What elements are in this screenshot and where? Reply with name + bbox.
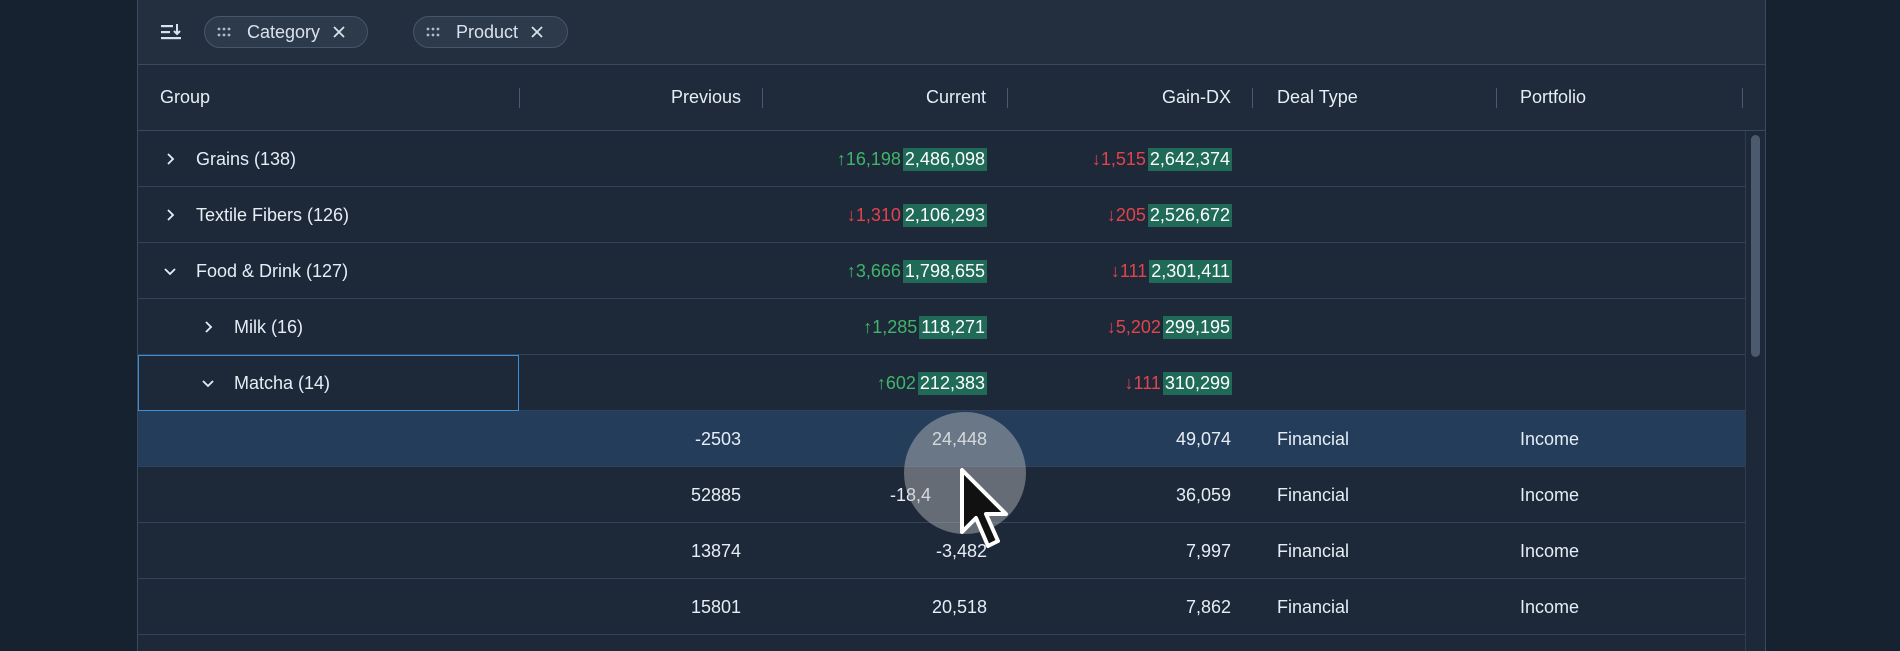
group-row[interactable]: Food & Drink (127) ↑3,666 1,798,655 ↓111… <box>138 243 1745 299</box>
close-icon[interactable] <box>530 25 544 39</box>
column-header-current[interactable]: Current <box>762 65 986 130</box>
gain-dx-cell[interactable]: ↓111 2,301,411 <box>1007 243 1232 299</box>
gain-dx-cell[interactable]: ↓111 310,299 <box>1007 355 1232 411</box>
close-icon[interactable] <box>332 25 346 39</box>
current-cell[interactable]: ↑3,666 1,798,655 <box>762 243 987 299</box>
drag-handle-icon[interactable] <box>217 27 233 37</box>
portfolio-cell[interactable]: Income <box>1520 467 1740 523</box>
group-row[interactable]: Matcha (14) ↑602 212,383 ↓111 310,299 <box>138 355 1745 411</box>
drag-handle-icon[interactable] <box>426 27 442 37</box>
chevron-down-icon[interactable] <box>202 377 214 389</box>
column-header-portfolio[interactable]: Portfolio <box>1520 65 1740 130</box>
table-row[interactable]: 13874 -3,482 7,997 Financial Income <box>138 523 1745 579</box>
previous-cell[interactable]: 13874 <box>519 523 741 579</box>
gain-dx-cell[interactable]: 7,997 <box>1007 523 1231 579</box>
row-group-icon <box>161 24 181 40</box>
group-row[interactable]: Textile Fibers (126) ↓1,310 2,106,293 ↓2… <box>138 187 1745 243</box>
value-highlight: 1,798,655 <box>902 259 987 283</box>
change-indicator: ↓111 <box>1124 372 1161 393</box>
group-cell[interactable]: Textile Fibers (126) <box>164 187 514 243</box>
cursor-arrow-icon <box>960 468 1008 548</box>
group-cell[interactable]: Food & Drink (127) <box>164 243 514 299</box>
column-header-previous[interactable]: Previous <box>519 65 741 130</box>
current-cell[interactable]: ↑1,285 118,271 <box>762 299 987 355</box>
group-row[interactable]: Grains (138) ↑16,198 2,486,098 ↓1,515 2,… <box>138 131 1745 187</box>
vertical-scrollbar[interactable] <box>1745 131 1765 651</box>
group-chip-category[interactable]: Category <box>204 16 368 48</box>
change-indicator: ↑3,666 <box>846 260 901 281</box>
value-highlight: 2,526,672 <box>1147 203 1232 227</box>
chevron-right-icon[interactable] <box>202 321 214 333</box>
column-header-group[interactable]: Group <box>160 65 510 130</box>
current-cell[interactable]: ↓1,310 2,106,293 <box>762 187 987 243</box>
column-resize-handle[interactable] <box>1252 88 1253 108</box>
chevron-down-icon[interactable] <box>164 265 176 277</box>
row-group-panel: Category Product <box>138 0 1765 65</box>
change-indicator: ↓1,515 <box>1091 148 1146 169</box>
chevron-right-icon[interactable] <box>164 209 176 221</box>
gain-dx-cell[interactable]: ↓205 2,526,672 <box>1007 187 1232 243</box>
group-chip-label: Product <box>456 21 519 42</box>
change-indicator: ↑1,285 <box>863 316 918 337</box>
previous-cell[interactable]: -2503 <box>519 411 741 467</box>
previous-cell[interactable]: 52885 <box>519 467 741 523</box>
deal-type-cell[interactable]: Financial <box>1277 523 1497 579</box>
group-cell[interactable]: Milk (16) <box>202 299 512 355</box>
group-chip-product[interactable]: Product <box>413 16 568 48</box>
portfolio-cell[interactable]: Income <box>1520 411 1740 467</box>
group-cell[interactable]: Matcha (14) <box>202 355 512 411</box>
change-indicator: ↑602 <box>876 372 916 393</box>
value-highlight: 299,195 <box>1162 315 1232 339</box>
column-resize-handle[interactable] <box>1496 88 1497 108</box>
group-cell[interactable]: Grains (138) <box>164 131 514 187</box>
value-highlight: 2,486,098 <box>902 147 987 171</box>
value-highlight: 2,642,374 <box>1147 147 1232 171</box>
portfolio-cell[interactable]: Income <box>1520 579 1740 635</box>
gain-dx-cell[interactable]: ↓5,202 299,195 <box>1007 299 1232 355</box>
chevron-right-icon[interactable] <box>164 153 176 165</box>
value-highlight: 310,299 <box>1162 371 1232 395</box>
change-indicator: ↓111 <box>1110 260 1148 281</box>
column-header-deal-type[interactable]: Deal Type <box>1277 65 1497 130</box>
value-highlight: 2,301,411 <box>1149 259 1232 283</box>
deal-type-cell[interactable]: Financial <box>1277 411 1497 467</box>
scrollbar-thumb[interactable] <box>1751 135 1760 357</box>
change-indicator: ↓205 <box>1106 204 1146 225</box>
change-indicator: ↑16,198 <box>836 148 901 169</box>
value-highlight: 118,271 <box>919 315 987 339</box>
group-row[interactable]: Milk (16) ↑1,285 118,271 ↓5,202 299,195 <box>138 299 1745 355</box>
current-cell[interactable]: ↑602 212,383 <box>762 355 987 411</box>
current-cell[interactable]: 20,518 <box>762 579 987 635</box>
previous-cell[interactable]: 15801 <box>519 579 741 635</box>
table-row[interactable]: 15801 20,518 7,862 Financial Income <box>138 579 1745 635</box>
data-grid: Category Product Group Previous Current … <box>137 0 1766 651</box>
group-chip-label: Category <box>247 21 321 42</box>
gain-dx-cell[interactable]: 36,059 <box>1007 467 1231 523</box>
column-resize-handle[interactable] <box>1742 88 1743 108</box>
column-header-gain-dx[interactable]: Gain-DX <box>1007 65 1231 130</box>
deal-type-cell[interactable]: Financial <box>1277 579 1497 635</box>
current-cell[interactable]: ↑16,198 2,486,098 <box>762 131 987 187</box>
grid-header: Group Previous Current Gain-DX Deal Type… <box>138 65 1765 131</box>
deal-type-cell[interactable]: Financial <box>1277 467 1497 523</box>
gain-dx-cell[interactable]: ↓1,515 2,642,374 <box>1007 131 1232 187</box>
portfolio-cell[interactable]: Income <box>1520 523 1740 579</box>
value-highlight: 2,106,293 <box>902 203 987 227</box>
gain-dx-cell[interactable]: 49,074 <box>1007 411 1231 467</box>
change-indicator: ↓5,202 <box>1106 316 1161 337</box>
change-indicator: ↓1,310 <box>846 204 901 225</box>
value-highlight: 212,383 <box>917 371 987 395</box>
grid-body: Grains (138) ↑16,198 2,486,098 ↓1,515 2,… <box>138 131 1745 635</box>
gain-dx-cell[interactable]: 7,862 <box>1007 579 1231 635</box>
